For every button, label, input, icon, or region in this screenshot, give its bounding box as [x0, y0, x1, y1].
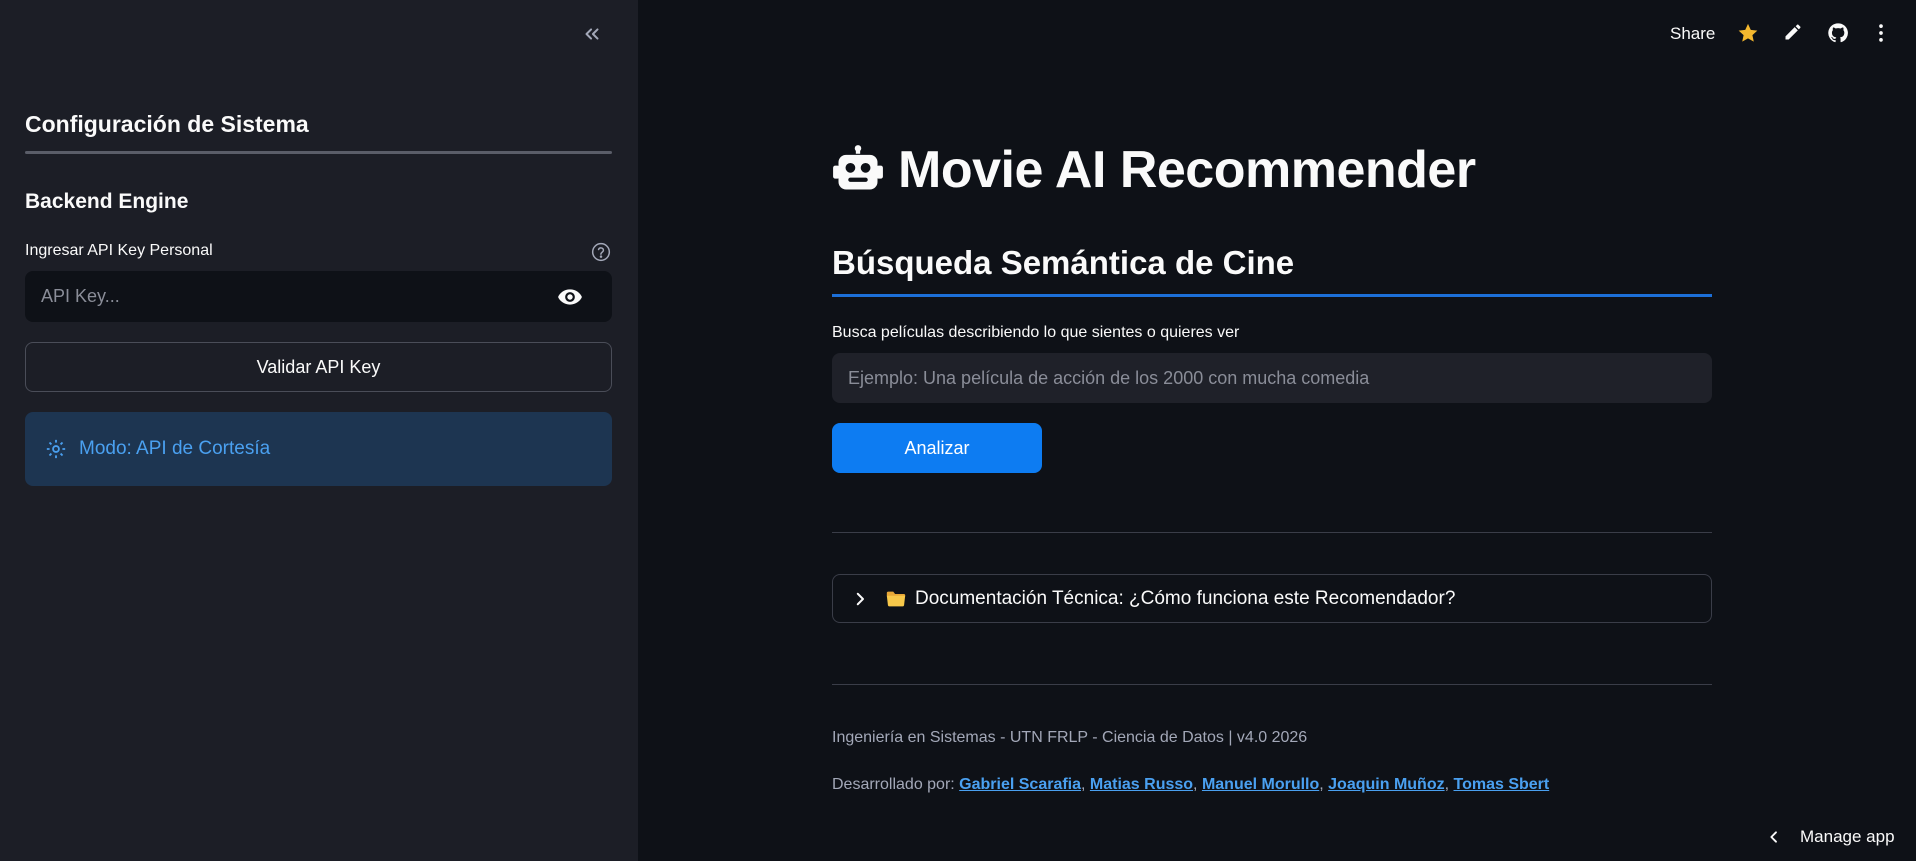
author-link[interactable]: Joaquin Muñoz [1328, 776, 1444, 793]
search-input[interactable] [832, 353, 1712, 403]
documentation-expander[interactable]: Documentación Técnica: ¿Cómo funciona es… [832, 574, 1712, 623]
sidebar-title: Configuración de Sistema [25, 111, 309, 137]
footer-authors: Desarrollado por: Gabriel Scarafia, Mati… [832, 776, 1549, 794]
chevron-left-icon [1766, 829, 1782, 845]
github-icon[interactable] [1827, 22, 1849, 44]
folder-icon [885, 588, 907, 610]
footer-credits: Ingeniería en Sistemas - UTN FRLP - Cien… [832, 729, 1308, 746]
api-key-input[interactable] [25, 271, 545, 322]
section-title: Búsqueda Semántica de Cine [832, 244, 1295, 281]
validate-api-key-button[interactable]: Validar API Key [25, 342, 612, 392]
divider [832, 684, 1712, 685]
sidebar: Configuración de Sistema Backend Engine … [0, 0, 638, 861]
page-title-text: Movie AI Recommender [898, 141, 1476, 199]
section-divider [832, 294, 1712, 297]
eye-icon[interactable] [557, 284, 583, 310]
author-link[interactable]: Matias Russo [1090, 776, 1193, 793]
share-button[interactable]: Share [1670, 24, 1715, 44]
collapse-sidebar-icon[interactable] [578, 20, 606, 48]
expander-label: Documentación Técnica: ¿Cómo funciona es… [915, 587, 1456, 609]
edit-icon[interactable] [1783, 22, 1805, 44]
author-link[interactable]: Manuel Morullo [1202, 776, 1319, 793]
sidebar-divider [25, 151, 612, 154]
separator: , [1193, 776, 1202, 793]
more-icon[interactable] [1870, 22, 1892, 44]
analyze-button[interactable]: Analizar [832, 423, 1042, 473]
page-title: Movie AI Recommender [832, 140, 1476, 200]
manage-app-label: Manage app [1800, 827, 1895, 846]
sidebar-subtitle: Backend Engine [25, 190, 189, 213]
gear-icon [45, 438, 67, 460]
divider [832, 532, 1712, 533]
api-key-label: Ingresar API Key Personal [25, 242, 213, 259]
api-key-field-wrapper [25, 271, 612, 322]
mode-text: Modo: API de Cortesía [79, 438, 271, 459]
robot-icon [832, 144, 884, 196]
help-icon[interactable] [591, 242, 611, 262]
star-icon[interactable] [1737, 22, 1759, 44]
chevron-right-icon [851, 590, 869, 608]
separator: , [1319, 776, 1329, 793]
manage-app-button[interactable]: Manage app [1766, 827, 1895, 847]
separator: , [1081, 776, 1090, 793]
mode-info-box: Modo: API de Cortesía [25, 412, 612, 486]
search-label: Busca películas describiendo lo que sien… [832, 324, 1240, 341]
author-link[interactable]: Gabriel Scarafia [959, 776, 1081, 793]
developed-by-label: Desarrollado por: [832, 776, 960, 793]
author-link[interactable]: Tomas Sbert [1453, 776, 1549, 793]
